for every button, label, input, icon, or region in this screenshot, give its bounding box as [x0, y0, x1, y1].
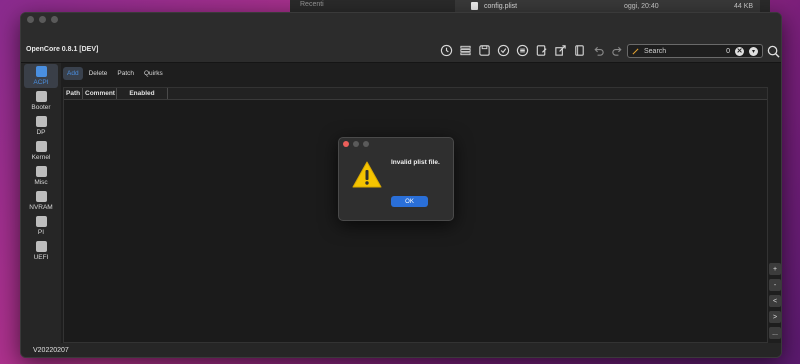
compare-icon[interactable] — [515, 43, 530, 58]
sidebar-item-acpi[interactable]: ACPI — [24, 64, 58, 88]
display-icon — [35, 116, 47, 127]
sidebar-item-label: Misc — [34, 179, 48, 186]
sidebar-item-nvram[interactable]: NVRAM — [24, 189, 58, 213]
misc-icon — [35, 166, 47, 177]
finder-recent-label[interactable]: Recenti — [300, 1, 324, 8]
file-size: 44 KB — [734, 2, 754, 10]
dialog-window-controls — [343, 141, 369, 147]
ok-button[interactable]: OK — [391, 196, 428, 207]
column-header-comment[interactable]: Comment — [83, 88, 117, 99]
monitor-icon — [35, 216, 47, 227]
tab-delete[interactable]: Delete — [85, 67, 112, 80]
sidebar-item-booter[interactable]: Booter — [24, 89, 58, 113]
sidebar-item-label: UEFI — [33, 254, 49, 261]
table-header: Path Comment Enabled — [64, 88, 767, 100]
sidebar-item-uefi[interactable]: UEFI — [24, 239, 58, 263]
warning-icon — [352, 161, 382, 188]
dialog-close-button[interactable] — [343, 141, 349, 147]
status-bar: V20220207 — [21, 343, 781, 357]
search-field[interactable]: Search 0 ✕ ▾ — [627, 44, 763, 58]
chevron-down-icon[interactable]: ▾ — [749, 46, 758, 56]
list-icon[interactable] — [458, 43, 473, 58]
tab-quirks[interactable]: Quirks — [140, 67, 167, 80]
minimize-window-button[interactable] — [39, 16, 46, 23]
table-action-buttons: + - < > ... — [769, 263, 781, 339]
kernel-icon — [35, 141, 47, 152]
chip-icon — [35, 191, 47, 202]
sidebar-item-kernel[interactable]: Kernel — [24, 139, 58, 163]
book-icon[interactable] — [572, 43, 587, 58]
tab-add[interactable]: Add — [63, 67, 83, 80]
title-bar[interactable] — [21, 13, 781, 27]
edit-doc-icon[interactable] — [534, 43, 549, 58]
acpi-icon — [35, 66, 47, 77]
sidebar-item-label: DP — [36, 129, 46, 136]
sidebar-item-label: Booter — [31, 104, 51, 111]
app-title: OpenCore 0.8.1 [DEV] — [26, 46, 99, 53]
sidebar-item-label: ACPI — [33, 79, 49, 86]
add-row-button[interactable]: + — [769, 263, 781, 275]
sidebar-item-label: Kernel — [31, 154, 51, 161]
undo-icon[interactable] — [591, 43, 606, 58]
check-icon[interactable] — [496, 43, 511, 58]
search-icon[interactable] — [767, 45, 780, 58]
share-icon[interactable] — [553, 43, 568, 58]
search-count: 0 — [726, 47, 730, 55]
sidebar-item-pi[interactable]: PI — [24, 214, 58, 238]
file-name: config.plist — [484, 2, 518, 10]
clock-icon[interactable] — [439, 43, 454, 58]
more-button[interactable]: ... — [769, 327, 781, 339]
sidebar-item-misc[interactable]: Misc — [24, 164, 58, 188]
sidebar-item-label: PI — [37, 229, 45, 236]
version-label: V20220207 — [33, 347, 69, 354]
broom-icon[interactable] — [632, 48, 639, 55]
window-controls — [27, 16, 58, 23]
zoom-window-button[interactable] — [51, 16, 58, 23]
redo-icon[interactable] — [610, 43, 625, 58]
finder-file-row[interactable]: config.plist oggi, 20:40 44 KB — [455, 0, 760, 12]
toolbar-icons — [439, 43, 625, 58]
remove-row-button[interactable]: - — [769, 279, 781, 291]
alert-dialog: Invalid plist file. OK — [338, 137, 454, 221]
document-icon — [471, 2, 478, 10]
dialog-zoom-button — [363, 141, 369, 147]
column-header-path[interactable]: Path — [64, 88, 83, 99]
rocket-icon — [35, 91, 47, 102]
clear-search-icon[interactable]: ✕ — [735, 46, 744, 56]
sidebar: ACPI Booter DP Kernel Misc NVRAM PI UEFI — [21, 63, 61, 343]
search-input[interactable]: Search — [644, 48, 721, 55]
sidebar-item-label: NVRAM — [29, 204, 53, 211]
tab-patch[interactable]: Patch — [113, 67, 138, 80]
dialog-message: Invalid plist file. — [391, 159, 440, 166]
close-window-button[interactable] — [27, 16, 34, 23]
toolbar: OpenCore 0.8.1 [DEV] Search 0 ✕ ▾ — [21, 27, 781, 63]
dialog-minimize-button — [353, 141, 359, 147]
move-left-button[interactable]: < — [769, 295, 781, 307]
column-header-enabled[interactable]: Enabled — [117, 88, 168, 99]
save-icon[interactable] — [477, 43, 492, 58]
file-date: oggi, 20:40 — [624, 2, 659, 10]
dialog-title-bar[interactable] — [339, 138, 453, 150]
move-right-button[interactable]: > — [769, 311, 781, 323]
sidebar-item-dp[interactable]: DP — [24, 114, 58, 138]
cube-icon — [35, 241, 47, 252]
section-tabs: Add Delete Patch Quirks — [63, 67, 167, 80]
